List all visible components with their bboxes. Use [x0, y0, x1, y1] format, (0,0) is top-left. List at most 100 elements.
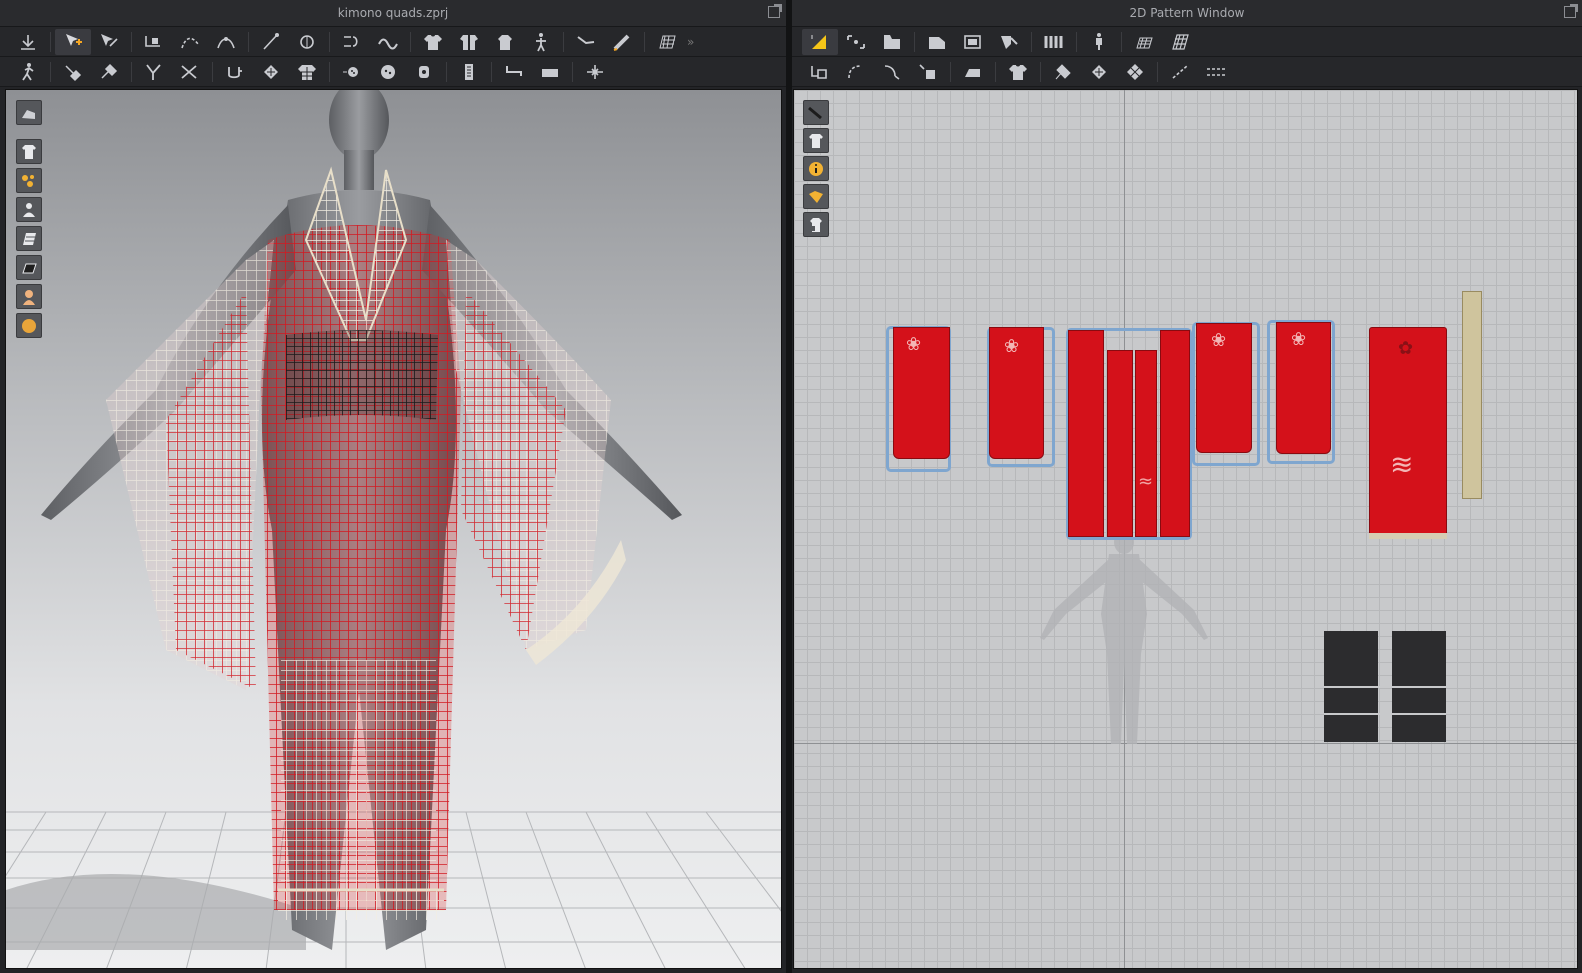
- curve-point-icon[interactable]: [172, 29, 208, 55]
- pattern-piece-sleeve-2[interactable]: ❀: [989, 327, 1044, 459]
- internal-shape-icon[interactable]: [991, 29, 1027, 55]
- free-sewing-icon[interactable]: [874, 59, 910, 85]
- line-tool-icon[interactable]: [1162, 59, 1198, 85]
- grid-toggle-icon[interactable]: [1126, 29, 1162, 55]
- lock-shirt-icon[interactable]: [803, 212, 829, 237]
- 3d-garment-window: kimono quads.zprj »: [0, 0, 786, 973]
- popout-icon[interactable]: [1564, 4, 1578, 18]
- avatar-pose-icon[interactable]: [523, 29, 559, 55]
- mesh-view-icon[interactable]: [16, 226, 42, 251]
- 3d-scene: [6, 90, 781, 968]
- pin-icon[interactable]: [55, 59, 91, 85]
- folder-icon[interactable]: [803, 184, 829, 209]
- pattern-piece-front-left[interactable]: [1068, 330, 1104, 537]
- flower-print-icon: ❀: [1004, 336, 1020, 357]
- segment-sewing-icon[interactable]: [838, 59, 874, 85]
- free-sewing-icon[interactable]: [334, 29, 370, 55]
- avatar-ref-icon[interactable]: [1081, 29, 1117, 55]
- window-title-bar: kimono quads.zprj: [0, 0, 786, 27]
- 2d-pattern-viewport[interactable]: ❀ ❀ ≈ ❀ ❀ ✿ ≋: [793, 89, 1578, 969]
- garment-shirt-icon[interactable]: [415, 29, 451, 55]
- brush-icon[interactable]: [803, 100, 829, 125]
- koi-print-icon: ≈: [1138, 471, 1154, 492]
- dragon-print-icon: ✿: [1398, 338, 1414, 359]
- pattern-piece-gusset-2[interactable]: ≈: [1135, 350, 1157, 537]
- buttonhole-icon[interactable]: [406, 59, 442, 85]
- fold-arrangement-icon[interactable]: [370, 29, 406, 55]
- pattern-piece-back[interactable]: ✿ ≋: [1369, 327, 1447, 539]
- sewing-line-icon[interactable]: [253, 29, 289, 55]
- toolbar-overflow-icon[interactable]: »: [687, 35, 694, 49]
- flower-print-icon: ❀: [906, 334, 922, 355]
- rectangle-icon[interactable]: [919, 29, 955, 55]
- toolbar-row-1: [792, 27, 1582, 57]
- koi-print-icon: ≋: [1390, 448, 1414, 481]
- 3d-side-toolbar: [16, 100, 42, 338]
- puckering-icon[interactable]: [496, 59, 532, 85]
- fold-tool-icon[interactable]: [136, 59, 172, 85]
- pattern-grid-icon[interactable]: [253, 59, 289, 85]
- toolbar-row-2: [792, 57, 1582, 87]
- window-title-bar: 2D Pattern Window: [792, 0, 1582, 27]
- transform-pattern-icon[interactable]: [838, 29, 874, 55]
- steam-icon[interactable]: [217, 59, 253, 85]
- garment-view-icon[interactable]: [16, 139, 42, 164]
- tack-icon[interactable]: [172, 59, 208, 85]
- grid-piece-icon[interactable]: [1081, 59, 1117, 85]
- pin-tool-icon[interactable]: [91, 59, 127, 85]
- move-down-icon[interactable]: [10, 29, 46, 55]
- window-title: 2D Pattern Window: [1129, 6, 1245, 20]
- button-circle-icon[interactable]: [370, 59, 406, 85]
- grid-mesh-icon[interactable]: [649, 29, 685, 55]
- iron-icon[interactable]: [955, 59, 991, 85]
- pattern-piece-sleeve-1[interactable]: ❀: [893, 327, 950, 459]
- layout-icon[interactable]: [1036, 29, 1072, 55]
- pattern-piece-collar[interactable]: [1462, 291, 1482, 499]
- select-move-icon[interactable]: [802, 28, 838, 55]
- back-hem-band: [1369, 533, 1447, 539]
- texture-view-icon[interactable]: [16, 168, 42, 193]
- edit-pattern-icon[interactable]: [91, 29, 127, 55]
- scene-icon[interactable]: [16, 100, 42, 125]
- button-icon[interactable]: [334, 59, 370, 85]
- checker-icon[interactable]: [1117, 59, 1153, 85]
- mesh-grid-icon[interactable]: [1162, 29, 1198, 55]
- transform-pattern-icon[interactable]: [55, 28, 91, 55]
- tack-icon[interactable]: [1045, 59, 1081, 85]
- flat-piece-icon[interactable]: [532, 59, 568, 85]
- pattern-piece-front-right[interactable]: [1160, 330, 1190, 537]
- flower-print-icon: ❀: [1211, 330, 1227, 351]
- garment-open-icon[interactable]: [451, 29, 487, 55]
- surface-view-icon[interactable]: [16, 255, 42, 280]
- shirt-icon[interactable]: [1000, 59, 1036, 85]
- pattern-piece-sleeve-4[interactable]: ❀: [1276, 322, 1331, 454]
- 2d-pattern-window: 2D Pattern Window ❀ ❀ ≈ ❀ ❀ ✿ ≋: [792, 0, 1582, 973]
- skin-view-icon[interactable]: [16, 284, 42, 309]
- add-point-icon[interactable]: [136, 29, 172, 55]
- popout-icon[interactable]: [768, 4, 782, 18]
- pattern-piece-gusset-1[interactable]: [1107, 350, 1133, 537]
- polygon-icon[interactable]: [955, 29, 991, 55]
- avatar-view-icon[interactable]: [16, 197, 42, 222]
- avatar-stand-icon[interactable]: [487, 29, 523, 55]
- pattern-piece-sleeve-3[interactable]: ❀: [1196, 323, 1252, 453]
- walk-avatar-icon[interactable]: [10, 59, 46, 85]
- flower-print-icon: ❀: [1291, 329, 1307, 350]
- segment-sewing-icon[interactable]: [289, 29, 325, 55]
- toolbar-row-1: »: [0, 27, 786, 57]
- orange-sphere-icon[interactable]: [16, 313, 42, 338]
- edit-curvature-icon[interactable]: [208, 29, 244, 55]
- dashed-line-icon[interactable]: [1198, 59, 1234, 85]
- check-sewing-icon[interactable]: [910, 59, 946, 85]
- zipper-icon[interactable]: [451, 59, 487, 85]
- tape-measure-icon[interactable]: [568, 29, 604, 55]
- window-title: kimono quads.zprj: [337, 6, 449, 20]
- edit-pattern-icon[interactable]: [874, 29, 910, 55]
- info-icon[interactable]: [803, 156, 829, 181]
- snap-icon[interactable]: [577, 59, 613, 85]
- 3d-viewport[interactable]: [5, 89, 782, 969]
- ruler-icon[interactable]: [604, 29, 640, 55]
- shirt-grid-icon[interactable]: [289, 59, 325, 85]
- sewing-icon[interactable]: [802, 59, 838, 85]
- garment-eye-icon[interactable]: [803, 128, 829, 153]
